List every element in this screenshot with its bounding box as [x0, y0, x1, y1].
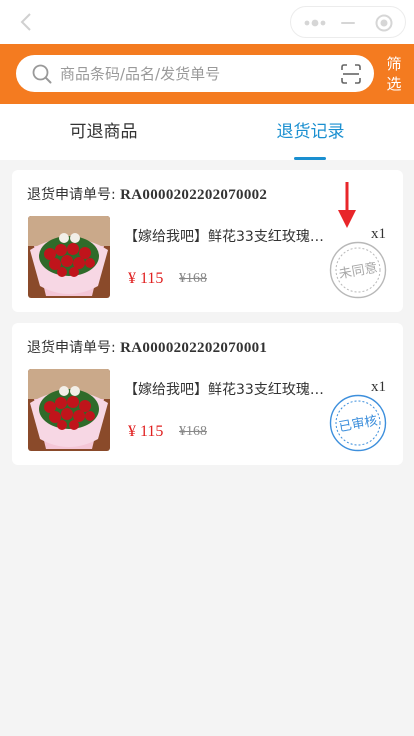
order-number: RA0000202202070001: [120, 340, 268, 356]
product-original-price: ¥168: [179, 271, 207, 286]
more-icon[interactable]: [303, 16, 327, 30]
filter-button[interactable]: 筛选: [382, 54, 406, 94]
order-number-line: 退货申请单号: RA0000202202070002: [27, 184, 267, 204]
status-stamp-text: 未同意: [338, 260, 379, 283]
search-icon: [32, 64, 52, 84]
mini-program-capsule: [290, 6, 406, 38]
active-tab-indicator: [294, 157, 326, 160]
status-stamp-text: 已审核: [338, 414, 379, 436]
order-number-label: 退货申请单号:: [27, 340, 116, 356]
product-image: [28, 216, 110, 298]
tab-returnable-products[interactable]: 可退商品: [0, 104, 207, 160]
order-number-label: 退货申请单号:: [27, 187, 116, 203]
order-number: RA0000202202070002: [120, 187, 268, 203]
product-image: [28, 369, 110, 451]
search-input[interactable]: [60, 55, 330, 92]
product-title: 【嫁给我吧】鲜花33支红玫瑰花束: [124, 229, 324, 245]
product-original-price: ¥168: [179, 424, 207, 439]
product-price: ¥ 115: [128, 270, 164, 287]
close-icon[interactable]: [375, 14, 393, 32]
annotation-arrow-icon: [338, 182, 356, 228]
chevron-left-icon[interactable]: [18, 12, 36, 32]
product-price: ¥ 115: [128, 423, 164, 440]
search-bar: 筛选: [0, 44, 414, 104]
search-box[interactable]: [16, 55, 374, 92]
minimize-icon[interactable]: [341, 22, 355, 24]
tab-return-records[interactable]: 退货记录: [207, 104, 414, 160]
status-stamp-approved: 已审核: [329, 394, 387, 452]
status-stamp-rejected: 未同意: [329, 241, 387, 299]
tab-bar: 可退商品 退货记录: [0, 104, 414, 160]
order-number-line: 退货申请单号: RA0000202202070001: [27, 337, 267, 357]
scan-icon[interactable]: [340, 63, 362, 85]
return-record-card[interactable]: 退货申请单号: RA0000202202070001 【嫁给我吧】鲜花33支红玫…: [12, 323, 403, 465]
top-nav-bar: [0, 0, 414, 44]
product-title: 【嫁给我吧】鲜花33支红玫瑰花束: [124, 382, 324, 398]
